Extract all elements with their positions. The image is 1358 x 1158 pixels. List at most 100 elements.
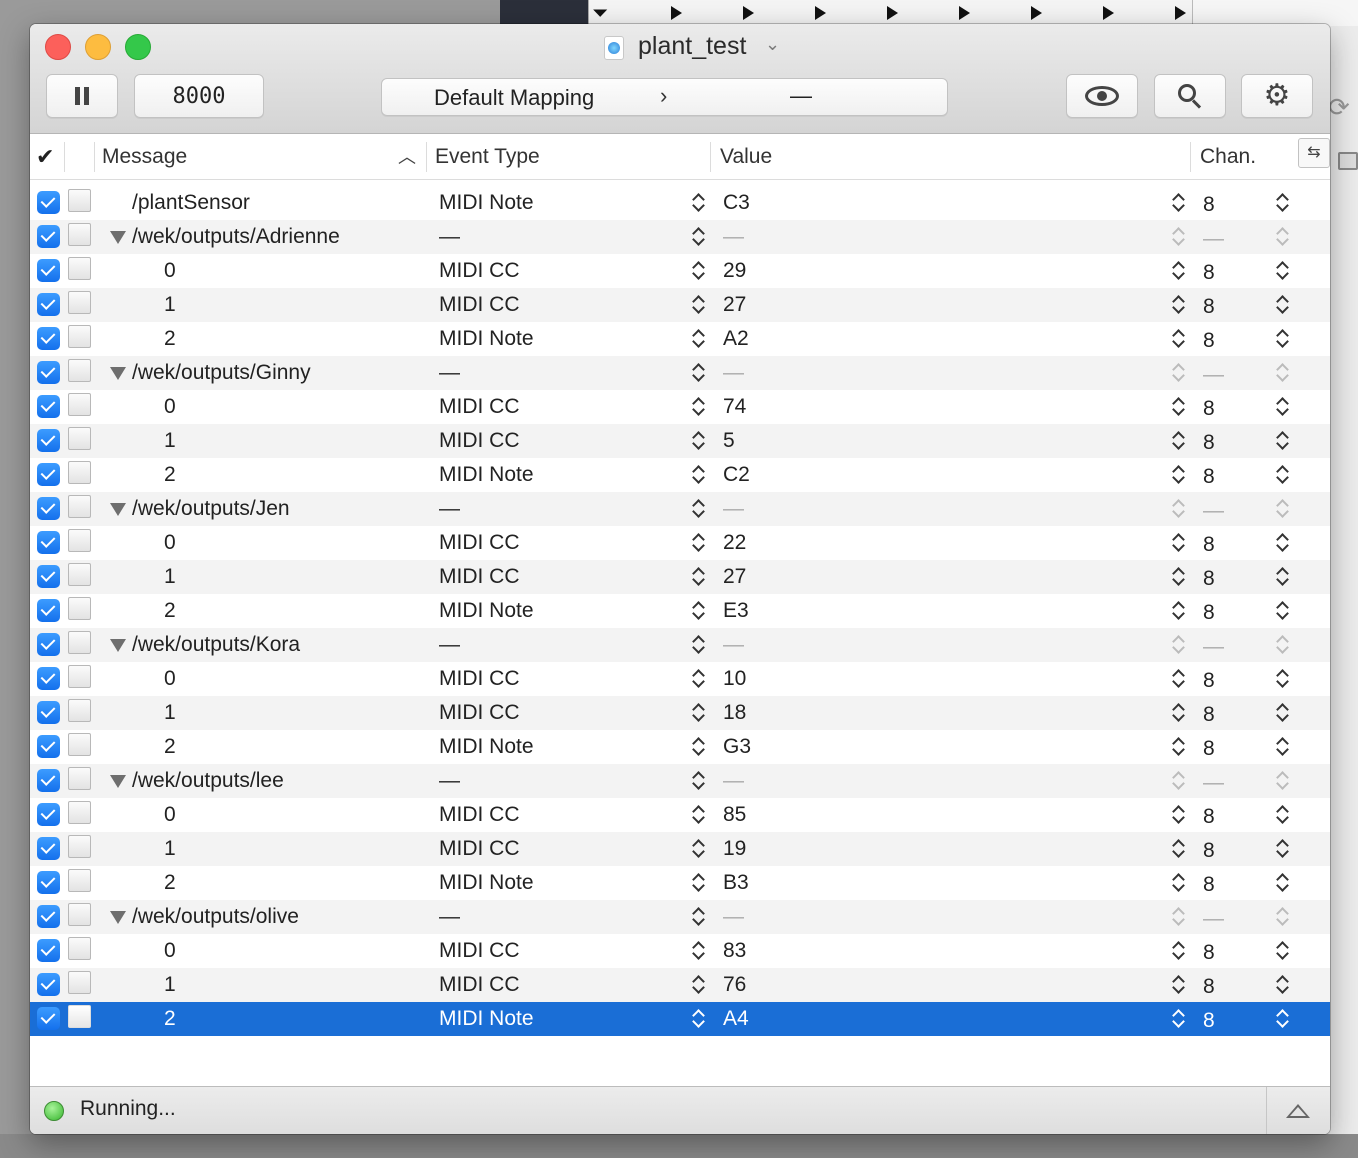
channel-stepper-icon[interactable]: [1276, 940, 1290, 962]
value-stepper-icon[interactable]: [1172, 430, 1186, 452]
event-type-cell[interactable]: MIDI CC: [439, 832, 520, 866]
channel-stepper-icon[interactable]: [1276, 1008, 1290, 1030]
event-type-cell[interactable]: MIDI CC: [439, 254, 520, 288]
channel-stepper-icon[interactable]: [1276, 736, 1290, 758]
event-type-cell[interactable]: —: [439, 628, 460, 662]
channel-stepper-icon[interactable]: [1276, 668, 1290, 690]
table-row[interactable]: 0 MIDI CC 22 8: [30, 526, 1330, 560]
event-type-stepper-icon[interactable]: [692, 736, 706, 758]
learn-checkbox[interactable]: [68, 529, 91, 552]
value-stepper-icon[interactable]: [1172, 838, 1186, 860]
table-row[interactable]: 2 MIDI Note G3 8: [30, 730, 1330, 764]
channel-cell[interactable]: 8: [1203, 562, 1215, 596]
value-cell[interactable]: 29: [723, 254, 746, 288]
event-type-stepper-icon[interactable]: [692, 260, 706, 282]
channel-stepper-icon[interactable]: [1276, 260, 1290, 282]
column-value-header[interactable]: Value: [720, 134, 772, 180]
enabled-checkbox[interactable]: [37, 939, 60, 962]
event-type-cell[interactable]: MIDI CC: [439, 696, 520, 730]
channel-cell[interactable]: —: [1203, 766, 1224, 800]
learn-checkbox[interactable]: [68, 835, 91, 858]
value-cell[interactable]: E3: [723, 594, 749, 628]
channel-stepper-icon[interactable]: [1276, 396, 1290, 418]
table-group-row[interactable]: /wek/outputs/olive — — —: [30, 900, 1330, 934]
event-type-cell[interactable]: —: [439, 900, 460, 934]
event-type-stepper-icon[interactable]: [692, 974, 706, 996]
enabled-checkbox[interactable]: [37, 667, 60, 690]
learn-checkbox[interactable]: [68, 971, 91, 994]
event-type-cell[interactable]: MIDI Note: [439, 1002, 534, 1036]
channel-cell[interactable]: 8: [1203, 1004, 1215, 1038]
event-type-cell[interactable]: MIDI CC: [439, 560, 520, 594]
value-cell[interactable]: 19: [723, 832, 746, 866]
column-message-header[interactable]: Message: [102, 134, 187, 180]
enabled-checkbox[interactable]: [37, 531, 60, 554]
event-type-cell[interactable]: MIDI CC: [439, 390, 520, 424]
enabled-checkbox[interactable]: [37, 565, 60, 588]
event-type-cell[interactable]: —: [439, 220, 460, 254]
event-type-stepper-icon[interactable]: [692, 532, 706, 554]
event-type-stepper-icon[interactable]: [692, 906, 706, 928]
learn-checkbox[interactable]: [68, 461, 91, 484]
event-type-stepper-icon[interactable]: [692, 226, 706, 248]
event-type-stepper-icon[interactable]: [692, 702, 706, 724]
value-cell[interactable]: 18: [723, 696, 746, 730]
event-type-cell[interactable]: —: [439, 764, 460, 798]
search-button[interactable]: [1154, 74, 1226, 118]
value-cell[interactable]: —: [723, 220, 744, 254]
learn-checkbox[interactable]: [68, 767, 91, 790]
value-stepper-icon[interactable]: [1172, 600, 1186, 622]
value-stepper-icon[interactable]: [1172, 1008, 1186, 1030]
value-cell[interactable]: A4: [723, 1002, 749, 1036]
value-stepper-icon[interactable]: [1172, 328, 1186, 350]
value-stepper-icon[interactable]: [1172, 396, 1186, 418]
value-stepper-icon[interactable]: [1172, 940, 1186, 962]
value-cell[interactable]: —: [723, 900, 744, 934]
table-row[interactable]: 0 MIDI CC 74 8: [30, 390, 1330, 424]
column-options-icon[interactable]: ⇆: [1298, 138, 1330, 168]
channel-cell[interactable]: 8: [1203, 868, 1215, 902]
value-cell[interactable]: 10: [723, 662, 746, 696]
learn-checkbox[interactable]: [68, 597, 91, 620]
event-type-stepper-icon[interactable]: [692, 328, 706, 350]
learn-checkbox[interactable]: [68, 223, 91, 246]
disclosure-triangle-icon[interactable]: [110, 639, 126, 652]
learn-checkbox[interactable]: [68, 665, 91, 688]
channel-stepper-icon[interactable]: [1276, 362, 1290, 384]
table-group-row[interactable]: /wek/outputs/Ginny — — —: [30, 356, 1330, 390]
table-row[interactable]: 2 MIDI Note C2 8: [30, 458, 1330, 492]
table-row[interactable]: 1 MIDI CC 76 8: [30, 968, 1330, 1002]
event-type-cell[interactable]: MIDI Note: [439, 730, 534, 764]
mapping-selector[interactable]: Default Mapping › —: [381, 78, 948, 116]
disclosure-triangle-icon[interactable]: [110, 911, 126, 924]
event-type-cell[interactable]: MIDI CC: [439, 968, 520, 1002]
value-cell[interactable]: —: [723, 356, 744, 390]
table-row[interactable]: 1 MIDI CC 18 8: [30, 696, 1330, 730]
learn-checkbox[interactable]: [68, 189, 91, 212]
channel-cell[interactable]: 8: [1203, 188, 1215, 222]
channel-stepper-icon[interactable]: [1276, 430, 1290, 452]
enabled-checkbox[interactable]: [37, 837, 60, 860]
event-type-stepper-icon[interactable]: [692, 770, 706, 792]
table-group-row[interactable]: /wek/outputs/Kora — — —: [30, 628, 1330, 662]
close-window-button[interactable]: [45, 34, 71, 60]
channel-cell[interactable]: 8: [1203, 732, 1215, 766]
channel-cell[interactable]: —: [1203, 630, 1224, 664]
column-channel-header[interactable]: Chan.: [1200, 134, 1256, 180]
event-type-cell[interactable]: —: [439, 356, 460, 390]
enabled-checkbox[interactable]: [37, 259, 60, 282]
value-stepper-icon[interactable]: [1172, 294, 1186, 316]
disclosure-triangle-icon[interactable]: [110, 503, 126, 516]
table-row[interactable]: 2 MIDI Note B3 8: [30, 866, 1330, 900]
disclosure-triangle-icon[interactable]: [110, 775, 126, 788]
table-row[interactable]: 0 MIDI CC 85 8: [30, 798, 1330, 832]
disclosure-triangle-icon[interactable]: [110, 367, 126, 380]
pause-button[interactable]: [46, 74, 118, 118]
event-type-stepper-icon[interactable]: [692, 294, 706, 316]
value-cell[interactable]: —: [723, 764, 744, 798]
event-type-cell[interactable]: MIDI Note: [439, 594, 534, 628]
channel-stepper-icon[interactable]: [1276, 226, 1290, 248]
table-row[interactable]: 2 MIDI Note E3 8: [30, 594, 1330, 628]
value-cell[interactable]: —: [723, 492, 744, 526]
channel-stepper-icon[interactable]: [1276, 600, 1290, 622]
